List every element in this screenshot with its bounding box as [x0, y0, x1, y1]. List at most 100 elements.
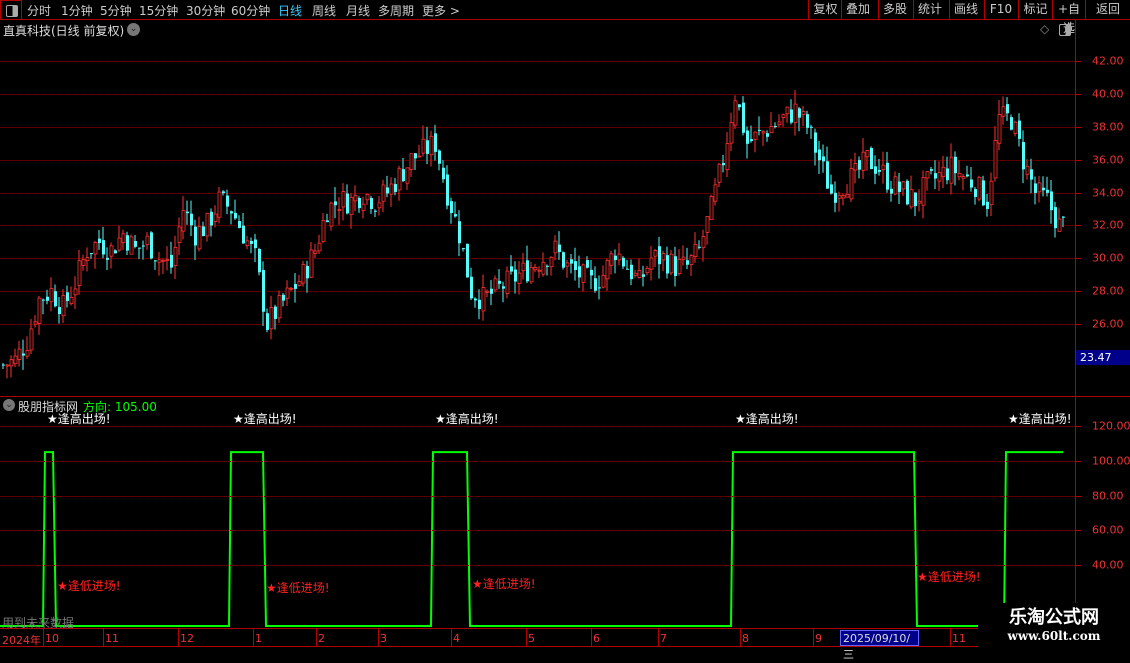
candle-body	[181, 210, 186, 232]
candle-body	[114, 250, 117, 254]
candle-body	[777, 121, 782, 126]
candle-body	[197, 226, 202, 250]
buy-signal-label: ★逢低进场!	[917, 570, 981, 584]
candle-body	[810, 126, 813, 128]
candle-body	[957, 172, 962, 178]
candle-body	[698, 246, 701, 248]
candle-body	[405, 167, 410, 184]
candle-body	[742, 102, 745, 133]
candle-body	[925, 171, 930, 179]
candle-body	[617, 253, 622, 261]
candle-body	[93, 241, 98, 255]
candle-body	[578, 266, 581, 278]
candle-body	[626, 268, 629, 270]
candle-body	[370, 198, 373, 210]
candle-body	[774, 125, 777, 127]
date-label: 10	[45, 632, 59, 645]
candle-body	[537, 269, 542, 272]
candle-body	[993, 140, 998, 179]
gridline	[0, 426, 1075, 427]
candle-body	[934, 173, 937, 179]
sell-signal-label: ★逢高出场!	[233, 411, 297, 426]
candle-body	[326, 220, 329, 223]
gridline	[0, 530, 1075, 532]
direction-line	[0, 451, 1063, 627]
candle-body	[874, 166, 877, 174]
candle-body	[238, 221, 241, 228]
date-label: 7	[660, 632, 667, 645]
chevron-down-icon[interactable]: ⌄	[3, 399, 15, 411]
candle-body	[1018, 120, 1021, 139]
candle-body	[85, 257, 90, 262]
candle-body	[1006, 104, 1009, 114]
candle-body	[417, 155, 422, 158]
candle-body	[565, 262, 570, 267]
candle-body	[466, 243, 469, 278]
candle-body	[798, 108, 801, 118]
candle-body	[637, 270, 642, 278]
date-label: 2	[318, 632, 325, 645]
candle-body	[722, 163, 725, 166]
indicator-value-label: 方向: 105.00	[83, 398, 157, 415]
candle-body	[949, 156, 954, 184]
candle-body	[142, 245, 145, 247]
candle-body	[594, 278, 597, 291]
candle-body	[213, 213, 218, 222]
candle-body	[1050, 191, 1053, 211]
date-label: 4	[453, 632, 460, 645]
candle-body	[161, 259, 166, 262]
candle-body	[705, 216, 710, 233]
price-tick-label: 36.00	[1092, 153, 1124, 167]
candle-body	[154, 260, 157, 262]
candle-body	[677, 258, 682, 275]
candle-body	[785, 106, 790, 115]
candle-body	[689, 255, 694, 265]
candle-body	[986, 201, 989, 209]
candlestick-chart[interactable]: ★逢高出场! ★逢高出场! ★逢高出场! ★逢高出场! ★逢高出场!★逢低进场! ★逢低进…	[0, 0, 1075, 650]
candle-body	[521, 262, 526, 272]
candle-body	[834, 192, 837, 203]
candle-body	[853, 163, 858, 171]
candle-body	[502, 286, 505, 289]
tick-mark	[1076, 565, 1081, 566]
candle-body	[409, 153, 414, 170]
watermark-name: 乐淘公式网	[1009, 607, 1099, 628]
candle-body	[2, 364, 5, 366]
candle-body	[121, 233, 126, 243]
candle-body	[845, 194, 850, 198]
candle-body	[661, 253, 666, 261]
candle-body	[306, 265, 309, 279]
candle-body	[317, 242, 322, 252]
candle-body	[394, 184, 397, 192]
date-tick	[813, 629, 814, 646]
sell-signal-label: ★逢高出场!	[435, 411, 499, 426]
current-price-label: 23.47	[1076, 350, 1130, 365]
candle-body	[454, 214, 457, 217]
candle-body	[226, 195, 229, 207]
candle-body	[138, 247, 141, 249]
candle-body	[549, 256, 554, 268]
candle-body	[598, 287, 601, 289]
candle-body	[826, 161, 829, 189]
candle-body	[961, 176, 966, 179]
date-tick	[950, 629, 951, 646]
cursor-date-label: 2025/09/10/三	[840, 630, 919, 661]
candle-body	[429, 135, 434, 156]
candle-body	[266, 313, 269, 330]
candle-body	[997, 114, 1002, 144]
toolbar-button[interactable]: 返回	[1085, 0, 1130, 20]
date-tick	[740, 629, 741, 646]
tick-mark	[1076, 495, 1081, 497]
candle-body	[858, 160, 861, 170]
candle-body	[66, 292, 69, 301]
candle-body	[1054, 207, 1057, 229]
price-tick-label: 34.00	[1092, 186, 1124, 200]
candle-body	[361, 203, 366, 211]
candle-body	[790, 109, 793, 123]
candle-body	[941, 166, 946, 177]
date-label: 6	[593, 632, 600, 645]
candle-body	[69, 296, 74, 304]
candle-body	[13, 355, 18, 365]
candle-body	[54, 291, 57, 307]
candle-body	[750, 139, 753, 142]
